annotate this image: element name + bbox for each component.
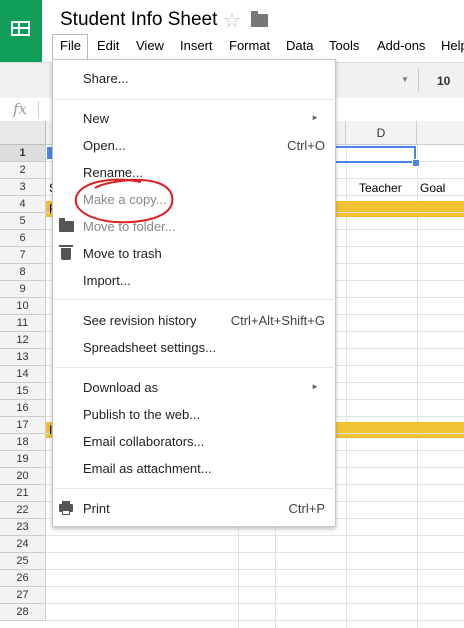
- row-header-27[interactable]: 27: [0, 586, 46, 604]
- menu-data[interactable]: Data: [286, 38, 313, 53]
- row-header-28[interactable]: 28: [0, 603, 46, 621]
- menu-item-label: Import...: [83, 273, 131, 288]
- fill-handle[interactable]: [412, 159, 420, 167]
- menu-item-open[interactable]: Open... Ctrl+O: [53, 133, 335, 159]
- grid-line: [46, 602, 464, 604]
- column-header-e[interactable]: [417, 121, 464, 145]
- row-header-26[interactable]: 26: [0, 569, 46, 587]
- annotation-circle: [74, 178, 174, 224]
- row-header-23[interactable]: 23: [0, 518, 46, 536]
- menu-divider: [54, 488, 336, 489]
- menu-item-label: Email as attachment...: [83, 461, 212, 476]
- menu-item-label: Move to trash: [83, 246, 162, 261]
- grid-line: [46, 534, 464, 536]
- shortcut-label: Ctrl+Alt+Shift+G: [230, 313, 325, 328]
- cell-d3[interactable]: Goal: [420, 181, 445, 195]
- menu-item-email-attachment[interactable]: Email as attachment...: [53, 456, 335, 482]
- menu-item-label: Publish to the web...: [83, 407, 201, 422]
- menu-item-label: Spreadsheet settings...: [83, 340, 216, 355]
- column-header-d[interactable]: D: [346, 121, 417, 145]
- row-header-7[interactable]: 7: [0, 247, 46, 264]
- file-menu-dropdown: Share... New ► Open... Ctrl+O Rename... …: [52, 59, 336, 527]
- menu-view[interactable]: View: [136, 38, 164, 53]
- row-header-21[interactable]: 21: [0, 484, 46, 502]
- folder-icon[interactable]: [251, 11, 268, 27]
- menu-item-label: Email collaborators...: [83, 434, 205, 449]
- menu-insert[interactable]: Insert: [180, 38, 213, 53]
- row-header-10[interactable]: 10: [0, 297, 46, 315]
- row-header-3[interactable]: 3: [0, 179, 46, 197]
- menu-item-label: Download as: [83, 380, 159, 395]
- menu-item-publish[interactable]: Publish to the web...: [53, 402, 335, 428]
- menu-item-print[interactable]: Print Ctrl+P: [53, 496, 335, 522]
- row-header-8[interactable]: 8: [0, 264, 46, 281]
- row-header-15[interactable]: 15: [0, 382, 46, 400]
- menu-divider: [54, 99, 336, 100]
- grid-line: [417, 145, 418, 628]
- menu-item-label: See revision history: [83, 313, 197, 328]
- menu-item-move-to-trash[interactable]: Move to trash: [53, 241, 335, 267]
- menu-edit[interactable]: Edit: [97, 38, 119, 53]
- menu-item-spreadsheet-settings[interactable]: Spreadsheet settings...: [53, 335, 335, 361]
- row-header-1[interactable]: 1: [0, 145, 46, 163]
- row-header-24[interactable]: 24: [0, 535, 46, 553]
- fx-icon: fx: [13, 100, 28, 118]
- menu-item-label: Print: [83, 501, 110, 516]
- menu-file[interactable]: File: [60, 38, 81, 53]
- menu-item-share[interactable]: Share...: [53, 66, 335, 92]
- menu-tools[interactable]: Tools: [329, 38, 359, 53]
- row-header-22[interactable]: 22: [0, 501, 46, 519]
- row-header-19[interactable]: 19: [0, 450, 46, 468]
- menu-format[interactable]: Format: [229, 38, 270, 53]
- row-header-16[interactable]: 16: [0, 399, 46, 417]
- toolbar-divider: [418, 68, 419, 92]
- cell-c3[interactable]: Teacher: [359, 181, 402, 195]
- menu-item-email-collaborators[interactable]: Email collaborators...: [53, 429, 335, 455]
- grid-line: [346, 145, 347, 628]
- row-header-4[interactable]: 4: [0, 196, 46, 214]
- grid-line: [46, 619, 464, 621]
- row-header-2[interactable]: 2: [0, 162, 46, 180]
- row-header-6[interactable]: 6: [0, 230, 46, 248]
- row-header-20[interactable]: 20: [0, 467, 46, 485]
- row-header-5[interactable]: 5: [0, 213, 46, 231]
- trash-icon: [59, 245, 73, 260]
- formula-bar-divider: [38, 101, 39, 119]
- menu-item-download-as[interactable]: Download as ►: [53, 375, 335, 401]
- sheets-logo-icon[interactable]: [0, 0, 42, 62]
- star-icon[interactable]: ☆: [223, 8, 241, 33]
- font-size-select[interactable]: 10: [437, 74, 450, 88]
- menu-item-new[interactable]: New ►: [53, 106, 335, 132]
- menu-item-label: Open...: [83, 138, 126, 153]
- menu-divider: [54, 367, 336, 368]
- menu-item-revision-history[interactable]: See revision history Ctrl+Alt+Shift+G: [53, 308, 335, 334]
- row-header-13[interactable]: 13: [0, 348, 46, 366]
- menu-addons[interactable]: Add-ons: [377, 38, 425, 53]
- select-all-corner[interactable]: [0, 121, 46, 145]
- submenu-arrow-icon: ►: [311, 113, 319, 122]
- row-header-25[interactable]: 25: [0, 552, 46, 570]
- row-header-12[interactable]: 12: [0, 331, 46, 349]
- document-title[interactable]: Student Info Sheet: [60, 9, 217, 31]
- row-header-17[interactable]: 17: [0, 416, 46, 434]
- shortcut-label: Ctrl+P: [288, 501, 325, 516]
- menu-item-label: Share...: [83, 71, 129, 86]
- menu-item-import[interactable]: Import...: [53, 268, 335, 294]
- row-header-9[interactable]: 9: [0, 281, 46, 298]
- row-header-18[interactable]: 18: [0, 433, 46, 451]
- grid-line: [46, 551, 464, 553]
- grid-line: [46, 585, 464, 587]
- row-header-14[interactable]: 14: [0, 365, 46, 383]
- menu-divider: [54, 299, 336, 300]
- submenu-arrow-icon: ►: [311, 382, 319, 391]
- shortcut-label: Ctrl+O: [287, 138, 325, 153]
- chevron-down-icon[interactable]: ▼: [401, 75, 409, 84]
- print-icon: [59, 501, 73, 515]
- menu-help[interactable]: Help: [441, 38, 464, 53]
- menu-item-label: New: [83, 111, 110, 126]
- grid-line: [46, 568, 464, 570]
- row-header-11[interactable]: 11: [0, 314, 46, 332]
